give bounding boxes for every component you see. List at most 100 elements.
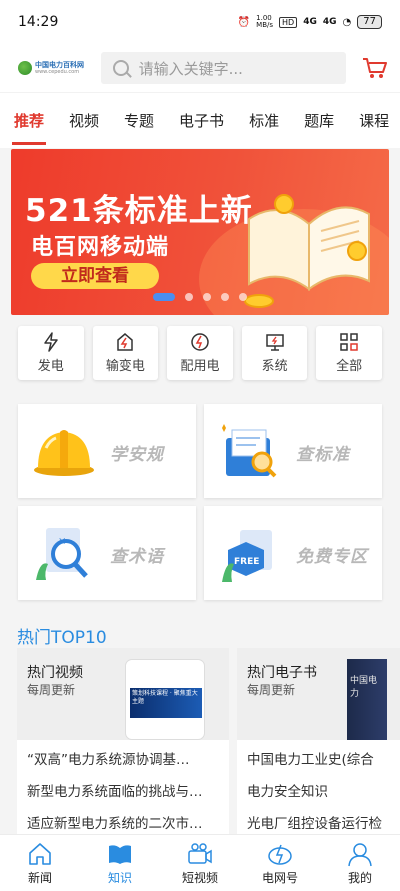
- cart-icon[interactable]: [362, 56, 388, 80]
- logo-subtext: www.cepedu.com: [35, 69, 80, 75]
- logo-mark-icon: [18, 61, 32, 75]
- category-tabs: 推荐 视频 专题 电子书 标准 题库 课程: [0, 92, 400, 148]
- term-search-icon: ×: [36, 528, 88, 580]
- feature-label: 查术语: [110, 547, 164, 567]
- nav-label: 我的: [347, 870, 372, 885]
- hot-card-subtitle: 每周更新: [27, 683, 76, 697]
- logo-text-block: 中国电力百科网 www.cepedu.com: [35, 61, 84, 75]
- tab-course[interactable]: 课程: [359, 110, 389, 131]
- category-label: 输变电: [105, 359, 145, 374]
- category-label: 全部: [336, 359, 363, 374]
- open-book-icon: [244, 194, 370, 308]
- grid-network-icon: [268, 844, 292, 865]
- category-all[interactable]: 全部: [316, 326, 382, 380]
- category-label: 系统: [261, 359, 288, 374]
- feature-free-zone[interactable]: FREE 免费专区: [204, 506, 382, 600]
- helmet-icon: [34, 430, 94, 476]
- banner-title: 521条标准上新: [25, 193, 253, 229]
- hot-card-subtitle: 每周更新: [247, 683, 296, 697]
- feature-label: 学安规: [110, 445, 164, 465]
- signal-4g-icon: 4G: [303, 17, 317, 27]
- home-icon: [29, 842, 51, 865]
- category-label: 配用电: [180, 359, 220, 374]
- feature-cards: 学安规 查标准 × 查术语 FREE 免费专区: [18, 404, 382, 600]
- nav-knowledge[interactable]: 知识: [85, 841, 155, 886]
- nav-grid-account[interactable]: 电网号: [245, 841, 315, 886]
- search-input[interactable]: 请输入关键字...: [100, 52, 346, 84]
- tab-topic[interactable]: 专题: [124, 110, 154, 131]
- status-time: 14:29: [18, 14, 59, 30]
- feature-label: 查标准: [296, 445, 350, 465]
- banner-subtitle: 电百网移动端: [31, 235, 170, 260]
- video-thumbnail-text: 策划科技课程 · 聚焦重大主题: [130, 688, 202, 718]
- banner-dot[interactable]: [221, 293, 229, 301]
- tab-standard[interactable]: 标准: [249, 110, 279, 131]
- list-item[interactable]: 新型电力系统面临的挑战与…: [27, 784, 219, 816]
- banner-dot[interactable]: [185, 293, 193, 301]
- monitor-icon: [265, 334, 284, 351]
- signal-4g-2-icon: 4G: [322, 17, 337, 27]
- ebook-cover[interactable]: 中国电力: [347, 659, 387, 740]
- battery-icon: 77: [357, 15, 382, 29]
- nav-label: 新闻: [27, 870, 52, 885]
- grid-icon: [340, 333, 358, 351]
- video-thumbnail[interactable]: 策划科技课程 · 聚焦重大主题: [125, 659, 205, 740]
- search-placeholder: 请输入关键字...: [138, 59, 243, 78]
- network-speed: 1.00 MB/s: [256, 14, 274, 29]
- free-icon: FREE: [222, 530, 272, 582]
- hot-card-title: 热门视频: [27, 665, 83, 681]
- logo-text: 中国电力百科网: [35, 61, 84, 69]
- video-icon: [188, 842, 212, 864]
- status-bar: 14:29 ⏰ 1.00 MB/s HD 4G 4G ◔ 77: [0, 0, 400, 44]
- tab-recommend[interactable]: 推荐: [11, 110, 47, 145]
- hot-ebook-list: 中国电力工业史(综合 电力安全知识 光电厂组控设备运行检: [237, 740, 400, 838]
- hot-card-header: 热门视频 每周更新 策划科技课程 · 聚焦重大主题: [17, 648, 229, 740]
- banner-dot[interactable]: [153, 293, 175, 301]
- tab-video[interactable]: 视频: [69, 110, 99, 131]
- category-system[interactable]: 系统: [241, 326, 308, 380]
- category-label: 发电: [37, 359, 64, 374]
- promo-banner[interactable]: 521条标准上新 电百网移动端 立即查看: [11, 149, 389, 315]
- hot-video-card[interactable]: 热门视频 每周更新 策划科技课程 · 聚焦重大主题 “双高”电力系统源协调基… …: [17, 648, 229, 838]
- nav-label: 知识: [107, 870, 132, 885]
- category-distribution[interactable]: 配用电: [167, 326, 233, 380]
- list-item[interactable]: 中国电力工业史(综合: [247, 752, 400, 784]
- svg-text:FREE: FREE: [234, 557, 259, 567]
- bottom-navigation: 新闻 知识 短视频 电网号 我的: [0, 834, 400, 891]
- search-icon: [112, 60, 129, 76]
- hot-video-list: “双高”电力系统源协调基… 新型电力系统面临的挑战与… 适应新型电力系统的二次市…: [17, 740, 229, 838]
- hd-badge: HD: [279, 16, 298, 28]
- nav-short-video[interactable]: 短视频: [165, 841, 235, 886]
- header: 中国电力百科网 www.cepedu.com 请输入关键字...: [0, 44, 400, 92]
- user-icon: [348, 842, 372, 866]
- wifi-icon: ◔: [342, 16, 352, 28]
- list-item[interactable]: “双高”电力系统源协调基…: [27, 752, 219, 784]
- hot-ebook-card[interactable]: 热门电子书 每周更新 中国电力 中国电力工业史(综合 电力安全知识 光电厂组控设…: [237, 648, 400, 838]
- feature-standards[interactable]: 查标准: [204, 404, 382, 498]
- tab-question-bank[interactable]: 题库: [304, 110, 334, 131]
- nav-mine[interactable]: 我的: [325, 841, 395, 886]
- hot-top10-title: 热门TOP10: [17, 628, 107, 648]
- banner-pagination: [11, 293, 389, 301]
- banner-view-button[interactable]: 立即查看: [31, 263, 159, 289]
- banner-dot[interactable]: [203, 293, 211, 301]
- hot-top10-carousel: 热门视频 每周更新 策划科技课程 · 聚焦重大主题 “双高”电力系统源协调基… …: [17, 648, 400, 838]
- banner-dot[interactable]: [239, 293, 247, 301]
- transmission-icon: [117, 333, 134, 351]
- hot-card-title: 热门电子书: [247, 665, 317, 681]
- category-power-generation[interactable]: 发电: [18, 326, 84, 380]
- category-transmission[interactable]: 输变电: [92, 326, 159, 380]
- list-item[interactable]: 电力安全知识: [247, 784, 400, 816]
- power-icon: [191, 333, 209, 351]
- nav-label: 电网号: [261, 870, 298, 885]
- book-icon: [109, 844, 131, 864]
- document-search-icon: [222, 424, 277, 478]
- feature-terminology[interactable]: × 查术语: [18, 506, 196, 600]
- nav-label: 短视频: [181, 870, 218, 885]
- tab-ebook[interactable]: 电子书: [179, 110, 224, 131]
- feature-safety-rules[interactable]: 学安规: [18, 404, 196, 498]
- status-icons: ⏰ 1.00 MB/s HD 4G 4G ◔ 77: [238, 15, 382, 29]
- nav-news[interactable]: 新闻: [5, 841, 75, 886]
- logo[interactable]: 中国电力百科网 www.cepedu.com: [18, 58, 89, 78]
- hot-card-header: 热门电子书 每周更新 中国电力: [237, 648, 400, 740]
